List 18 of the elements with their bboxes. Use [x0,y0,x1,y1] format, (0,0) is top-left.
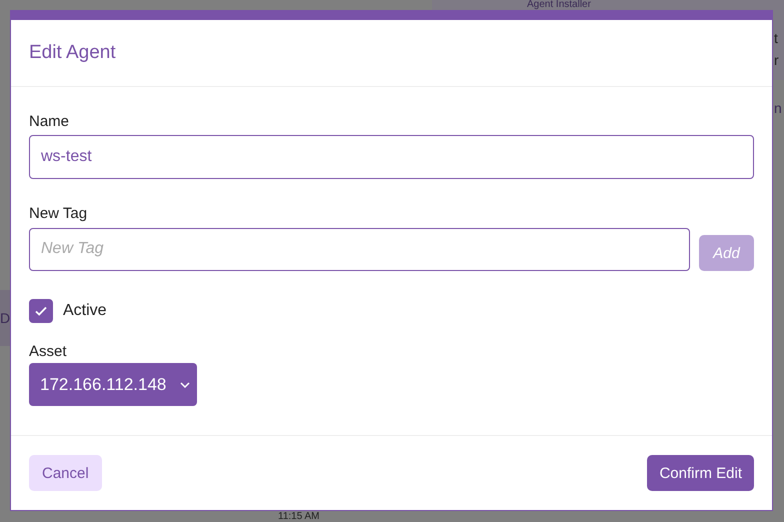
background-band [0,290,10,346]
field-label: Name [29,113,70,130]
background-text: t [774,30,779,46]
background-text: D [0,310,10,326]
background-text: r [774,52,780,68]
checkbox-label: Active [63,302,107,320]
confirm-button[interactable]: Confirm Edit [647,455,754,491]
field-label: New Tag [29,205,88,222]
background-text: n [774,100,782,116]
chevron-down-icon [180,382,190,388]
panel-title: Agent Installer [527,0,591,10]
active-checkbox[interactable] [29,299,53,323]
time-label: 11:15 AM [278,512,320,522]
name-field[interactable]: ws-test [29,135,754,179]
dialog-title: Edit Agent [29,42,116,64]
asset-select[interactable]: 172.166.112.148 [29,363,198,406]
field-label: Asset [29,343,68,360]
cancel-button[interactable]: Cancel [29,455,102,491]
